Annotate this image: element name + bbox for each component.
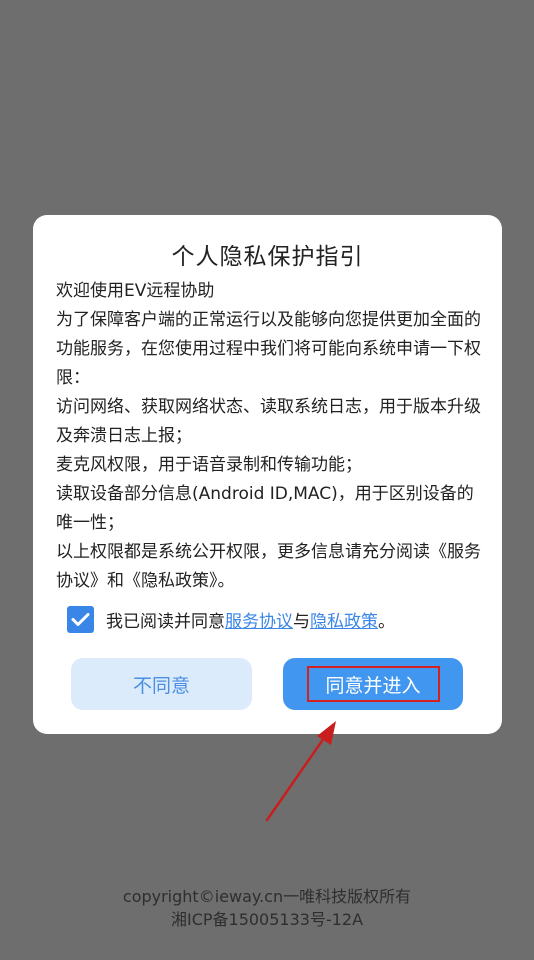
footer: copyright©ieway.cn一唯科技版权所有 湘ICP备15005133…	[0, 885, 534, 931]
arrow-icon	[265, 721, 336, 822]
icp-text: 湘ICP备15005133号-12A	[170, 910, 364, 929]
agree-enter-label: 同意并进入	[325, 674, 421, 697]
copyright-text: copyright©ieway.cn一唯科技版权所有	[122, 887, 412, 906]
